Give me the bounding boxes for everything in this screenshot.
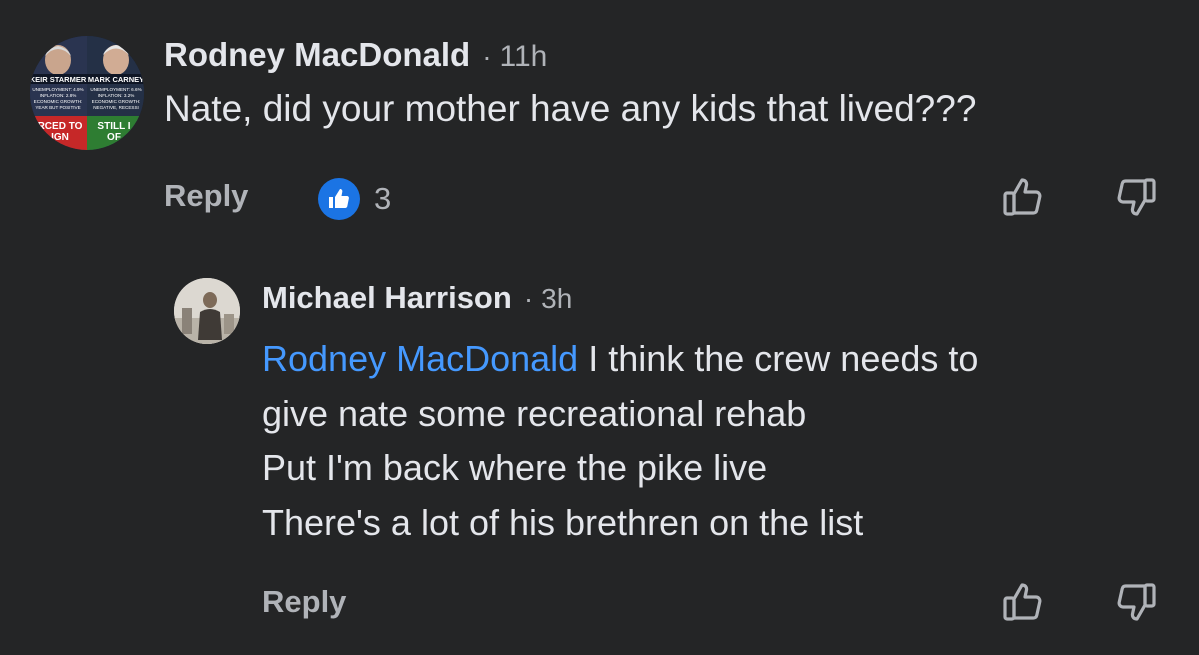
reply-line-2: give nate some recreational rehab (262, 392, 807, 434)
avatar-right-name: MARK CARNEY (88, 75, 144, 84)
avatar-image (174, 278, 240, 344)
thumbs-down-outline-icon[interactable] (1110, 172, 1160, 222)
reply-line-4: There's a lot of his brethren on the lis… (262, 501, 864, 543)
comment-body: Nate, did your mother have any kids that… (164, 88, 977, 129)
comment-thread: KEIR STARMER MARK CARNEY UNEMPLOYMENT: 4… (0, 0, 1199, 655)
thumbs-up-outline-icon[interactable] (999, 172, 1049, 222)
reply-line-1-text: I think the crew needs to (578, 338, 979, 379)
avatar-right-stat-3: ECONOMIC GROWTH: (92, 99, 141, 104)
reply-body: Rodney MacDonald I think the crew needs … (262, 332, 978, 550)
avatar-right-banner-2: OF (107, 132, 121, 143)
reply-separator: · (523, 283, 534, 314)
avatar-left-stat-2: INFLATION: 2.8% (40, 93, 77, 98)
avatar-left-banner-2: IGN (51, 132, 69, 143)
comment-timestamp[interactable]: 11h (500, 40, 548, 74)
avatar-left-stat-4: YEAR BUT POSITIVE (35, 105, 80, 110)
reply-timestamp[interactable]: 3h (541, 283, 572, 315)
reaction-count: 3 (374, 181, 392, 216)
avatar[interactable] (174, 278, 240, 344)
avatar-right-stat-4: NEGATIVE, RECESSI (93, 105, 139, 110)
reply-author-name[interactable]: Michael Harrison (262, 280, 512, 316)
reaction-summary[interactable]: 3 (318, 178, 391, 220)
avatar-left-stat-1: UNEMPLOYMENT: 4.9% (32, 87, 83, 92)
avatar-left-stat-3: ECONOMIC GROWTH: (34, 99, 83, 104)
avatar-right-stat-1: UNEMPLOYMENT: 6.6% (90, 87, 141, 92)
comment-separator: · (482, 41, 492, 72)
reply-button[interactable]: Reply (262, 584, 346, 620)
thumbs-up-outline-icon[interactable] (999, 577, 1049, 627)
avatar-left-name: KEIR STARMER (30, 75, 87, 84)
avatar-right-stat-2: INFLATION: 3.2% (98, 93, 135, 98)
reply-button[interactable]: Reply (164, 178, 248, 214)
reply-line-3: Put I'm back where the pike live (262, 447, 768, 488)
comment-header: Rodney MacDonald · 11h (164, 36, 547, 74)
thumbs-up-icon (318, 178, 360, 220)
reply-header: Michael Harrison · 3h (262, 280, 572, 316)
comment-author-name[interactable]: Rodney MacDonald (164, 36, 470, 74)
avatar-right-banner: STILL I (97, 121, 130, 132)
avatar-left-banner: RCED TO (38, 121, 83, 132)
thumbs-down-outline-icon[interactable] (1110, 577, 1160, 627)
reply-line-1: Rodney MacDonald I think the crew needs … (262, 332, 978, 387)
mention-link[interactable]: Rodney MacDonald (262, 338, 578, 379)
avatar-image: KEIR STARMER MARK CARNEY UNEMPLOYMENT: 4… (30, 36, 144, 150)
avatar[interactable]: KEIR STARMER MARK CARNEY UNEMPLOYMENT: 4… (30, 36, 144, 150)
